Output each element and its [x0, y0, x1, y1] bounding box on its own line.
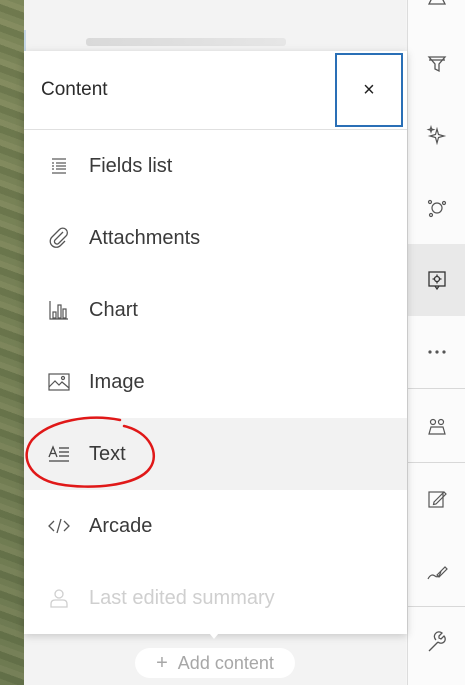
map-satellite-view[interactable] [0, 0, 24, 685]
menu-item-label: Chart [89, 298, 138, 321]
menu-item-label: Attachments [89, 226, 201, 249]
menu-item-label: Last edited summary [89, 586, 275, 609]
sparkle-icon [426, 124, 447, 146]
menu-item-last-edited-summary: Last edited summary [24, 562, 407, 634]
action-popup-config[interactable] [408, 244, 465, 316]
popover-pointer [205, 628, 223, 639]
faded-text [86, 38, 286, 46]
menu-item-chart[interactable]: Chart [24, 274, 407, 346]
code-icon [46, 513, 72, 539]
popup-config-icon [428, 271, 446, 291]
menu-item-attachments[interactable]: Attachments [24, 202, 407, 274]
wrench-icon [428, 631, 446, 652]
sketch-icon [427, 566, 448, 580]
action-more[interactable] [408, 316, 465, 388]
close-button[interactable]: × [335, 53, 403, 127]
action-divider [408, 388, 465, 389]
close-icon: × [363, 78, 375, 101]
content-popover: Content × Fields list Attachments Chart … [24, 51, 407, 634]
popover-title: Content [41, 79, 108, 100]
action-wrench[interactable] [408, 607, 465, 679]
chevron-up-icon: ⌃ [366, 0, 378, 8]
menu-item-image[interactable]: Image [24, 346, 407, 418]
paperclip-icon [46, 225, 72, 251]
users-icon [428, 418, 446, 435]
chart-icon [46, 297, 72, 323]
menu-item-label: Image [89, 370, 145, 393]
menu-item-fields-list[interactable]: Fields list [24, 130, 407, 202]
menu-item-label: Arcade [89, 514, 153, 537]
red-circle-annotation [25, 416, 155, 488]
action-sketch[interactable] [408, 535, 465, 607]
edit-form-icon [428, 491, 447, 508]
action-users[interactable] [408, 390, 465, 462]
more-icon [428, 350, 446, 354]
cluster-icon [427, 199, 447, 218]
menu-item-arcade[interactable]: Arcade [24, 490, 407, 562]
fields-list-icon [46, 153, 72, 179]
action-edit-form[interactable] [408, 463, 465, 535]
image-icon [46, 369, 72, 395]
action-filter[interactable] [408, 28, 465, 100]
plus-icon: + [156, 651, 168, 674]
triangle-icon [427, 0, 447, 5]
action-cluster[interactable] [408, 172, 465, 244]
add-content-button[interactable]: + Add content [135, 648, 295, 678]
action-bar [407, 0, 465, 685]
menu-item-label: Fields list [89, 154, 173, 177]
user-icon [46, 585, 72, 611]
popover-header: Content × [24, 51, 407, 130]
filter-icon [427, 56, 447, 73]
action-sparkle[interactable] [408, 100, 465, 172]
add-content-label: Add content [177, 652, 274, 673]
